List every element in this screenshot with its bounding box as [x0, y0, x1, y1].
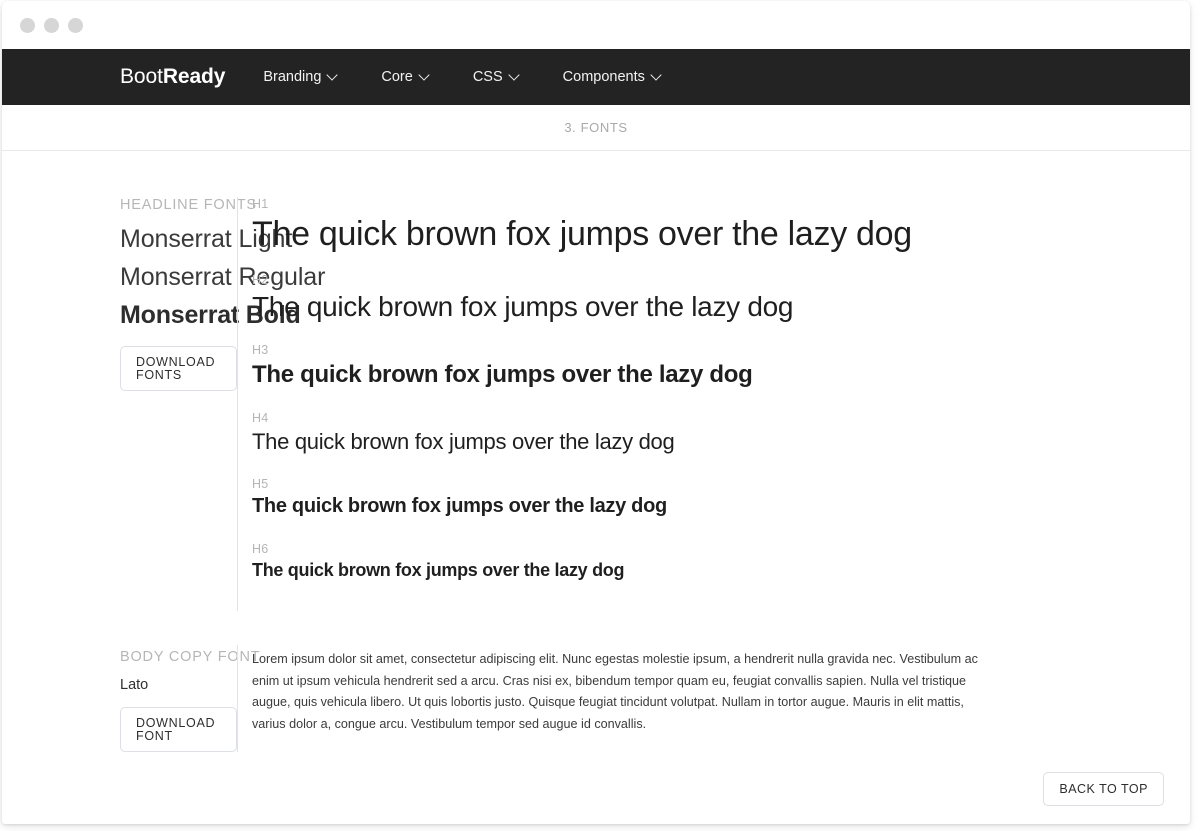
brand-logo-light: Boot [120, 65, 163, 88]
specimen-h4: H4 The quick brown fox jumps over the la… [252, 411, 1190, 477]
specimen-h5-text: The quick brown fox jumps over the lazy … [252, 495, 667, 517]
navbar-menu: Branding Core CSS Components [263, 69, 661, 85]
breadcrumb-label: 3. FONTS [564, 120, 628, 135]
body-copy-panel: BODY COPY FONT Lato DOWNLOAD FONT [2, 645, 261, 752]
specimen-h1: H1 The quick brown fox jumps over the la… [252, 197, 1190, 273]
nav-item-branding-label: Branding [263, 69, 322, 85]
headline-fonts-label: HEADLINE FONTS [120, 197, 257, 213]
browser-titlebar [2, 1, 1190, 49]
specimen-h5: H5 The quick brown fox jumps over the la… [252, 477, 1190, 542]
main-navbar: BootReady Branding Core CSS Components [2, 49, 1190, 105]
body-font-name: Lato [120, 677, 149, 693]
body-copy-text: Lorem ipsum dolor sit amet, consectetur … [252, 652, 978, 731]
specimen-h4-text: The quick brown fox jumps over the lazy … [252, 429, 675, 454]
specimen-h3: H3 The quick brown fox jumps over the la… [252, 343, 1190, 411]
font-name-regular: Monserrat Regular [120, 263, 326, 291]
nav-item-core-label: Core [381, 69, 413, 85]
window-close-dot[interactable] [20, 17, 35, 33]
heading-specimens: H1 The quick brown fox jumps over the la… [237, 197, 1190, 611]
chevron-down-icon [328, 71, 337, 80]
page-content: HEADLINE FONTS Monserrat Light Monserrat… [2, 151, 1190, 752]
browser-window: BootReady Branding Core CSS Components 3… [2, 1, 1190, 824]
specimen-h6-tag: H6 [252, 542, 269, 556]
specimen-h6: H6 The quick brown fox jumps over the la… [252, 542, 1190, 593]
breadcrumb: 3. FONTS [2, 105, 1190, 151]
headline-fonts-section: HEADLINE FONTS Monserrat Light Monserrat… [2, 151, 1190, 611]
nav-item-core[interactable]: Core [381, 69, 428, 85]
specimen-h1-text: The quick brown fox jumps over the lazy … [252, 215, 912, 253]
nav-item-components-label: Components [562, 69, 645, 85]
specimen-h2: H2 The quick brown fox jumps over the la… [252, 273, 1190, 343]
specimen-h5-tag: H5 [252, 477, 269, 491]
specimen-h2-text: The quick brown fox jumps over the lazy … [252, 291, 794, 322]
specimen-h3-tag: H3 [252, 343, 269, 357]
body-copy-section: BODY COPY FONT Lato DOWNLOAD FONT Lorem … [2, 611, 1190, 752]
body-copy-specimen: Lorem ipsum dolor sit amet, consectetur … [237, 645, 1190, 752]
nav-item-components[interactable]: Components [563, 69, 661, 85]
brand-logo-bold: Ready [162, 65, 226, 88]
window-maximize-dot[interactable] [68, 17, 83, 33]
font-name-bold: Monserrat Bold [120, 301, 301, 329]
chevron-down-icon [652, 71, 661, 80]
brand-logo[interactable]: BootReady [120, 65, 225, 89]
download-font-button[interactable]: DOWNLOAD FONT [120, 707, 237, 752]
specimen-h2-tag: H2 [252, 273, 269, 287]
font-name-light: Monserrat Light [120, 225, 293, 253]
specimen-h4-tag: H4 [252, 411, 269, 425]
specimen-h3-text: The quick brown fox jumps over the lazy … [252, 361, 753, 388]
download-fonts-button[interactable]: DOWNLOAD FONTS [120, 346, 237, 391]
specimen-h6-text: The quick brown fox jumps over the lazy … [252, 560, 625, 580]
chevron-down-icon [420, 71, 429, 80]
body-copy-label: BODY COPY FONT [120, 649, 261, 665]
nav-item-css-label: CSS [472, 69, 503, 85]
headline-fonts-panel: HEADLINE FONTS Monserrat Light Monserrat… [2, 197, 326, 611]
window-minimize-dot[interactable] [44, 17, 59, 33]
nav-item-css[interactable]: CSS [473, 69, 519, 85]
chevron-down-icon [510, 71, 519, 80]
specimen-h1-tag: H1 [252, 197, 269, 211]
nav-item-branding[interactable]: Branding [263, 69, 337, 85]
back-to-top-button[interactable]: BACK TO TOP [1043, 771, 1164, 806]
